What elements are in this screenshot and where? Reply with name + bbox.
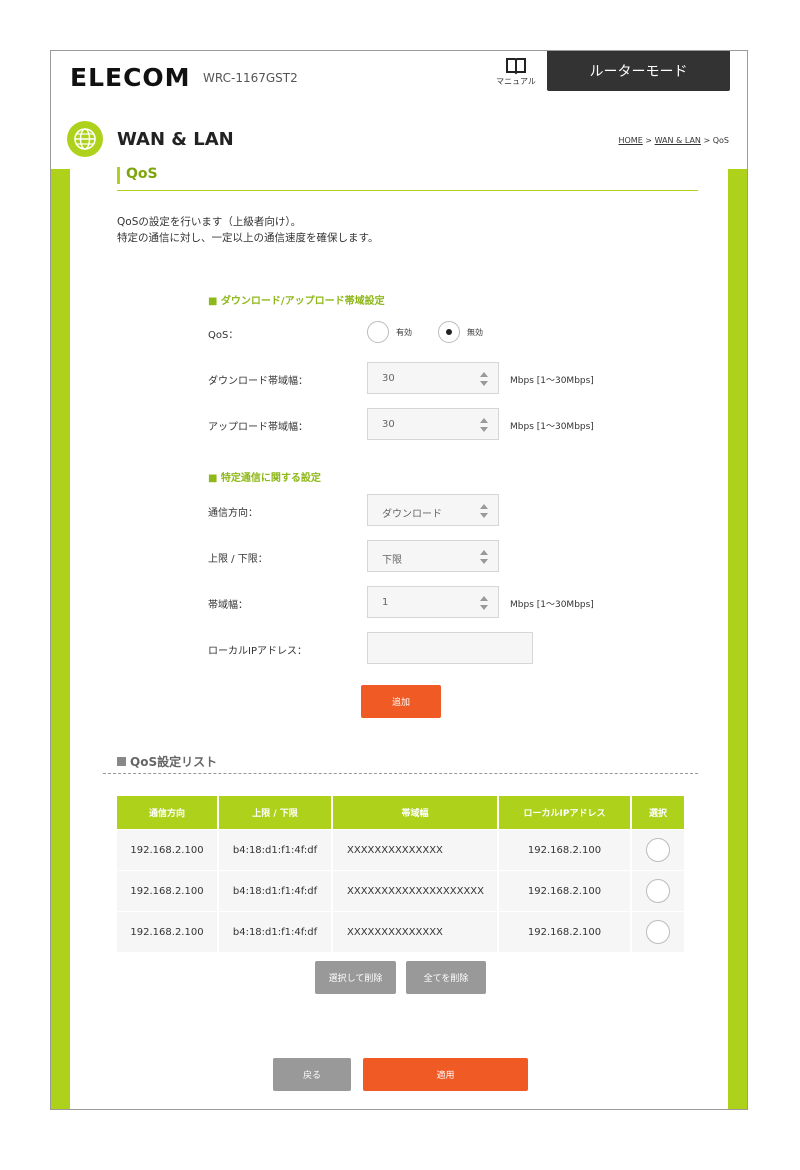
table-header-row: 通信方向 上限 / 下限 帯域幅 ローカルIPアドレス 選択 [117,796,684,830]
spinner-arrows-icon [480,372,488,386]
table-cell [631,911,684,952]
table-cell: 192.168.2.100 [117,870,219,912]
section-marker [117,167,120,184]
breadcrumb-separator: > [642,136,655,145]
direction-label: 通信方向： [208,508,258,519]
download-bandwidth-label: ダウンロード帯域幅： [208,376,308,387]
model-name: WRC-1167GST2 [203,71,298,85]
breadcrumb-home[interactable]: HOME [618,136,642,145]
qos-enable-radio[interactable] [367,321,389,343]
table-cell: 192.168.2.100 [498,870,632,912]
book-icon [506,58,526,75]
qos-disable-radio[interactable] [438,321,460,343]
qos-list-heading: QoS設定リスト [117,753,217,770]
table-cell [631,829,684,871]
back-button[interactable]: 戻る [273,1058,351,1091]
table-cell [631,870,684,912]
upload-bandwidth-unit: Mbps [1～30Mbps] [510,422,594,432]
breadcrumb: HOME > WAN & LAN > QoS [618,136,729,145]
add-button[interactable]: 追加 [361,685,441,718]
description-line: QoSの設定を行います（上級者向け）。 [117,216,302,228]
qos-settings-table: 通信方向 上限 / 下限 帯域幅 ローカルIPアドレス 選択 192.168.2… [117,796,684,952]
local-ip-input[interactable] [367,632,533,664]
bandwidth-label: 帯域幅： [208,600,248,611]
row-select-radio[interactable] [646,920,670,944]
square-bullet-icon [117,757,126,766]
table-cell: b4:18:d1:f1:4f:df [218,870,333,912]
right-accent-bar [728,169,747,1109]
row-select-radio[interactable] [646,838,670,862]
table-cell: XXXXXXXXXXXXXX [332,911,499,952]
download-bandwidth-unit: Mbps [1～30Mbps] [510,376,594,386]
spinner-arrows-icon [480,596,488,610]
table-cell: b4:18:d1:f1:4f:df [218,829,333,871]
manual-link[interactable]: マニュアル [493,57,539,93]
manual-label: マニュアル [496,77,536,86]
table-cell: XXXXXXXXXXXXXX [332,829,499,871]
breadcrumb-separator: > [700,136,713,145]
breadcrumb-current: QoS [712,136,729,145]
table-row: 192.168.2.100 b4:18:d1:f1:4f:df XXXXXXXX… [117,829,684,871]
delete-all-button[interactable]: 全てを削除 [406,961,486,994]
select-arrows-icon [480,550,488,564]
breadcrumb-wan-lan[interactable]: WAN & LAN [655,136,701,145]
column-header: 選択 [631,796,684,830]
direction-value: ダウンロード [382,509,442,520]
local-ip-label: ローカルIPアドレス： [208,646,307,657]
bandwidth-unit: Mbps [1～30Mbps] [510,600,594,610]
section-header: QoS [117,164,698,191]
upload-bandwidth-label: アップロード帯域幅： [208,422,308,433]
upload-bandwidth-input[interactable]: 30 [367,408,499,440]
spinner-arrows-icon [480,418,488,432]
table-row: 192.168.2.100 b4:18:d1:f1:4f:df XXXXXXXX… [117,870,684,912]
description-line: 特定の通信に対し、一定以上の通信速度を確保します。 [117,232,379,244]
elecom-logo: ELECOM [70,63,191,92]
table-cell: 192.168.2.100 [498,829,632,871]
limit-value: 下限 [382,555,402,566]
qos-label: QoS： [208,330,239,341]
router-settings-window: ELECOM WRC-1167GST2 マニュアル ルーターモード WAN & … [50,50,748,1110]
qos-enable-label: 有効 [396,328,412,337]
page-description: QoSの設定を行います（上級者向け）。 特定の通信に対し、一定以上の通信速度を確… [117,214,378,246]
column-header: 通信方向 [117,796,219,830]
upload-bandwidth-value: 30 [382,419,395,430]
select-arrows-icon [480,504,488,518]
row-select-radio[interactable] [646,879,670,903]
table-row: 192.168.2.100 b4:18:d1:f1:4f:df XXXXXXXX… [117,911,684,952]
limit-label: 上限 / 下限： [208,554,268,565]
table-cell: XXXXXXXXXXXXXXXXXXXX [332,870,499,912]
table-cell: b4:18:d1:f1:4f:df [218,911,333,952]
column-header: ローカルIPアドレス [498,796,632,830]
column-header: 帯域幅 [332,796,499,830]
table-cell: 192.168.2.100 [117,911,219,952]
globe-icon [67,121,103,157]
left-accent-bar [51,169,70,1109]
table-cell: 192.168.2.100 [498,911,632,952]
bandwidth-settings-heading: ■ ダウンロード/アップロード帯域設定 [208,296,385,307]
dashed-divider [103,773,698,774]
download-bandwidth-input[interactable]: 30 [367,362,499,394]
qos-list-title: QoS設定リスト [130,755,218,769]
router-mode-tab[interactable]: ルーターモード [547,51,730,91]
bandwidth-input[interactable]: 1 [367,586,499,618]
specific-settings-heading: ■ 特定通信に関する設定 [208,473,321,484]
page-title: WAN & LAN [117,129,234,150]
qos-disable-label: 無効 [467,328,483,337]
limit-select[interactable]: 下限 [367,540,499,572]
download-bandwidth-value: 30 [382,373,395,384]
apply-button[interactable]: 適用 [363,1058,528,1091]
direction-select[interactable]: ダウンロード [367,494,499,526]
table-cell: 192.168.2.100 [117,829,219,871]
delete-selected-button[interactable]: 選択して削除 [315,961,396,994]
bandwidth-value: 1 [382,597,389,608]
section-title: QoS [126,166,158,182]
column-header: 上限 / 下限 [218,796,333,830]
